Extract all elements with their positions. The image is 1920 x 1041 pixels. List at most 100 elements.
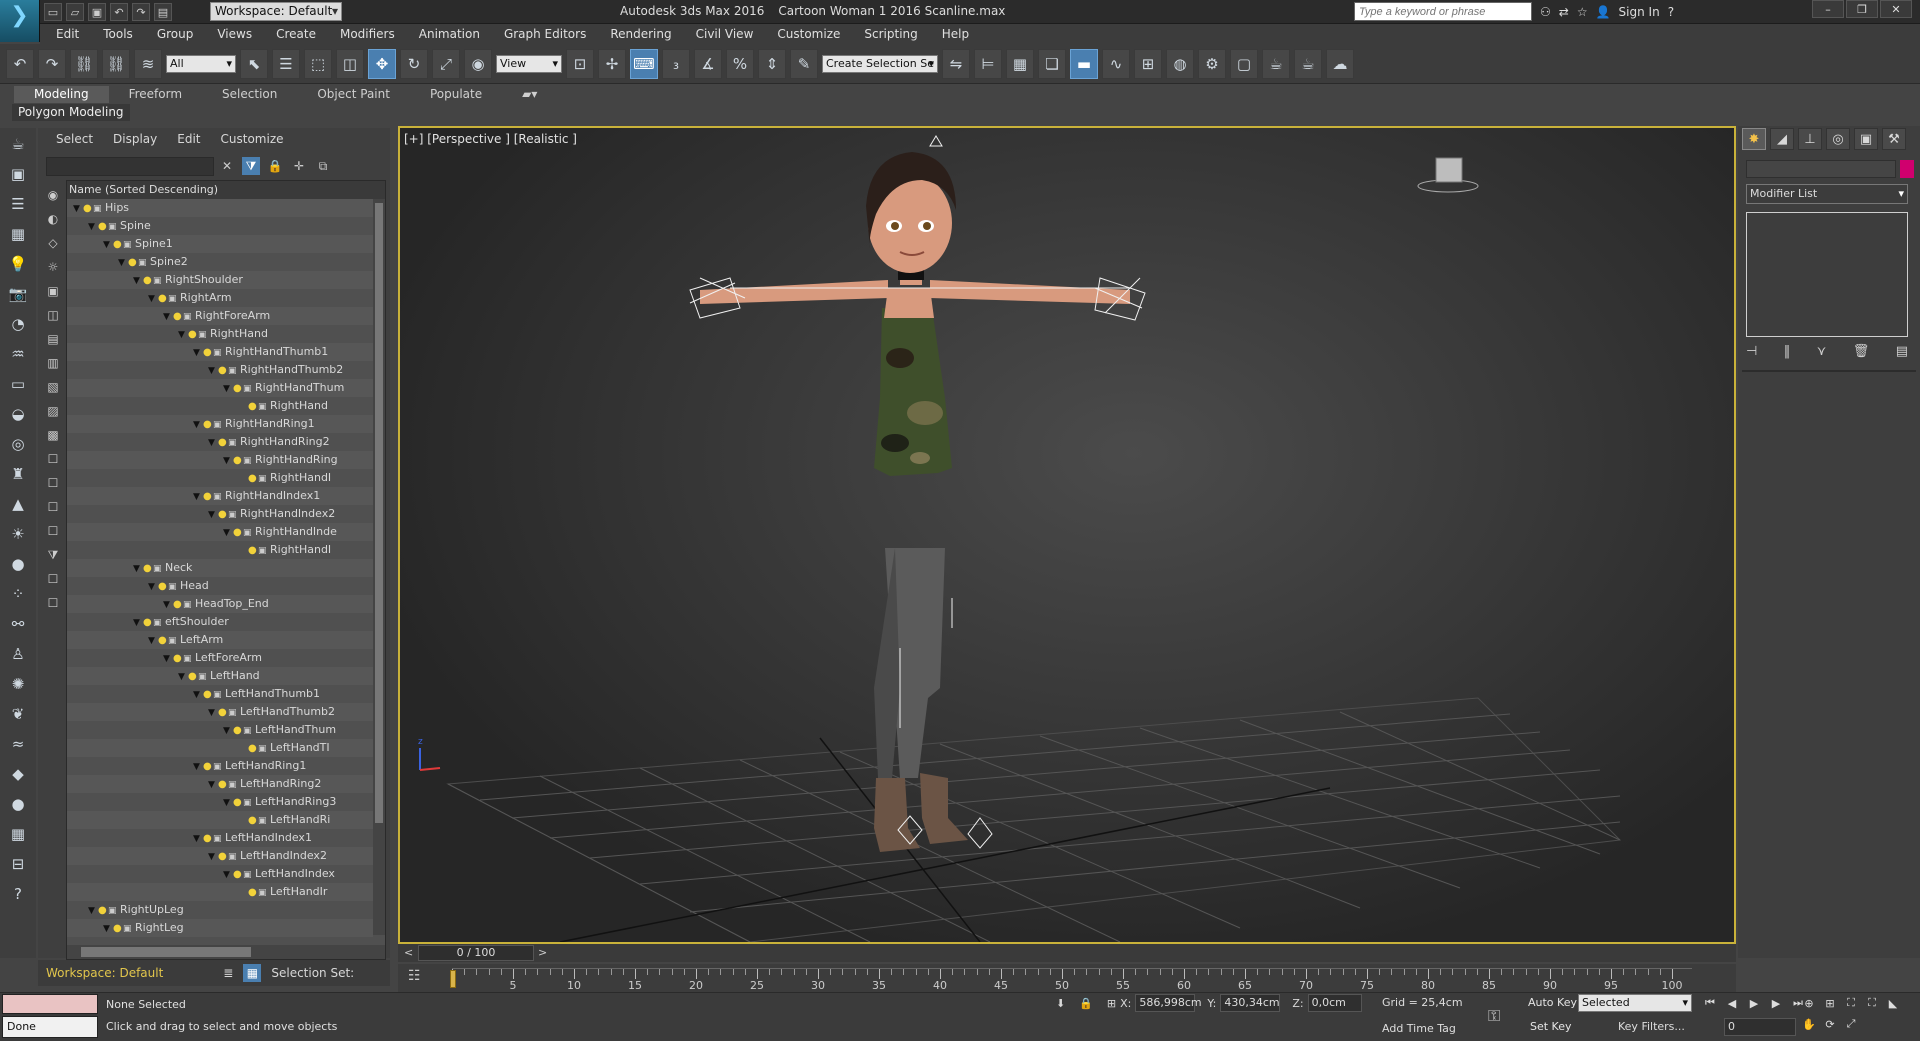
visibility-bulb-icon[interactable]: ● [218, 434, 228, 451]
snaps-toggle-icon[interactable]: ₃ [662, 48, 690, 79]
menu-help[interactable]: Help [942, 27, 969, 41]
render-setup-icon[interactable]: ⚙ [1198, 48, 1226, 79]
current-frame-input[interactable]: 0 [1724, 1018, 1796, 1036]
selection-lock-icon[interactable]: 🔒 [1079, 997, 1093, 1010]
visibility-bulb-icon[interactable]: ● [218, 776, 228, 793]
scene-tree-row[interactable]: ▼ ●▣ LeftHandThumb1 [67, 685, 373, 703]
rock-icon[interactable]: ◆ [5, 762, 31, 786]
display-cameras-icon[interactable]: ▣ [44, 282, 62, 300]
menu-modifiers[interactable]: Modifiers [340, 27, 395, 41]
open-file-icon[interactable]: ▱ [66, 3, 84, 21]
visibility-bulb-icon[interactable]: ● [98, 902, 108, 919]
visibility-bulb-icon[interactable]: ● [248, 740, 258, 757]
visibility-bulb-icon[interactable]: ● [143, 272, 153, 289]
window-crossing-icon[interactable]: ◫ [336, 48, 364, 79]
display-warps-icon[interactable]: ▤ [44, 330, 62, 348]
schematic-view-icon[interactable]: ⊞ [1134, 48, 1162, 79]
time-slider[interactable]: 0 / 100 [418, 945, 534, 961]
scene-tree-row[interactable]: ▼ ●▣ LeftHandThum [67, 721, 373, 739]
expand-toggle-icon[interactable]: ▼ [103, 920, 113, 937]
visibility-bulb-icon[interactable]: ● [218, 362, 228, 379]
foliage-icon[interactable]: ❦ [5, 702, 31, 726]
expand-toggle-icon[interactable]: ▼ [193, 686, 203, 703]
zoom-all-icon[interactable]: ⊞ [1821, 994, 1839, 1012]
time-slider-next-icon[interactable]: > [538, 946, 547, 959]
app-logo[interactable]: ❯ [0, 0, 40, 42]
display-icon[interactable]: ▣ [5, 162, 31, 186]
workspace-label[interactable]: Workspace: Default [46, 966, 163, 980]
se-menu-edit[interactable]: Edit [177, 132, 200, 146]
expand-toggle-icon[interactable]: ▼ [133, 272, 143, 289]
modifier-list-dropdown[interactable]: Modifier List [1746, 184, 1908, 204]
auto-key-button[interactable]: Auto Key [1528, 996, 1577, 1009]
display-lights-icon[interactable]: ☼ [44, 258, 62, 276]
display-shapes-icon[interactable]: ◇ [44, 234, 62, 252]
save-file-icon[interactable]: ▣ [88, 3, 106, 21]
cone-primitive-icon[interactable]: ◒ [5, 402, 31, 426]
se-menu-customize[interactable]: Customize [221, 132, 284, 146]
menu-edit[interactable]: Edit [56, 27, 79, 41]
manage-icon[interactable]: ⊟ [5, 852, 31, 876]
menu-graph-editors[interactable]: Graph Editors [504, 27, 586, 41]
visibility-bulb-icon[interactable]: ● [158, 578, 168, 595]
expand-toggle-icon[interactable]: ▼ [103, 236, 113, 253]
mirror-icon[interactable]: ⇋ [942, 48, 970, 79]
visibility-bulb-icon[interactable]: ● [233, 452, 243, 469]
undo-icon[interactable]: ↶ [6, 48, 34, 79]
reference-coordinate-dropdown[interactable]: View [496, 54, 562, 73]
maxscript-listener[interactable] [2, 994, 98, 1014]
selection-filter-dropdown[interactable]: All [166, 54, 236, 73]
expand-toggle-icon[interactable]: ▼ [178, 668, 188, 685]
scene-tree-row[interactable]: ▼ ●▣ RightHandRing2 [67, 433, 373, 451]
expand-toggle-icon[interactable]: ▼ [208, 776, 218, 793]
camera-icon[interactable]: 📷 [5, 282, 31, 306]
menu-views[interactable]: Views [217, 27, 252, 41]
visibility-bulb-icon[interactable]: ● [188, 668, 198, 685]
scene-tree-row[interactable]: ▼ ●▣ RightLeg [67, 919, 373, 937]
helper-icon[interactable]: ◔ [5, 312, 31, 336]
render-iterative-icon[interactable]: ☕ [1294, 48, 1322, 79]
redo-icon[interactable]: ↷ [38, 48, 66, 79]
perspective-viewport[interactable]: z [+] [Perspective ] [Realistic ] [398, 126, 1736, 944]
new-file-icon[interactable]: ▭ [44, 3, 62, 21]
expand-toggle-icon[interactable]: ▼ [208, 434, 218, 451]
expand-toggle-icon[interactable]: ▼ [118, 254, 128, 271]
display-frozen-icon[interactable]: ☐ [44, 450, 62, 468]
pivot-center-icon[interactable]: ⊡ [566, 48, 594, 79]
scene-tree-row[interactable]: ●▣ LeftHandIr [67, 883, 373, 901]
display-influences-icon[interactable]: ☐ [44, 570, 62, 588]
isolate-icon[interactable]: ⬇ [1056, 997, 1065, 1010]
y-coordinate-input[interactable]: 430,34cm [1220, 994, 1281, 1012]
selection-set-icon[interactable]: ▦ [243, 964, 262, 982]
tab-selection[interactable]: Selection [202, 86, 297, 103]
material-editor-icon[interactable]: ◍ [1166, 48, 1194, 79]
close-icon[interactable]: ✕ [1880, 0, 1912, 18]
display-invert-icon[interactable]: ☐ [44, 522, 62, 540]
visibility-bulb-icon[interactable]: ● [248, 884, 258, 901]
menu-customize[interactable]: Customize [777, 27, 840, 41]
menu-animation[interactable]: Animation [419, 27, 480, 41]
mini-curve-editor-icon[interactable]: ☷ [408, 968, 421, 984]
zoom-icon[interactable]: ⊕ [1800, 994, 1818, 1012]
field-of-view-icon[interactable]: ◣ [1884, 994, 1902, 1012]
modify-tab-icon[interactable]: ◢ [1770, 128, 1794, 150]
configure-modifier-sets-icon[interactable]: ▤ [1896, 344, 1908, 359]
box-primitive-icon[interactable]: ▭ [5, 372, 31, 396]
scene-tree-row[interactable]: ▼ ●▣ LeftHandRing1 [67, 757, 373, 775]
tab-modeling[interactable]: Modeling [14, 86, 109, 103]
visibility-bulb-icon[interactable]: ● [203, 488, 213, 505]
pan-icon[interactable]: ✋ [1800, 1015, 1818, 1033]
motion-tab-icon[interactable]: ◎ [1826, 128, 1850, 150]
viewport-label[interactable]: [+] [Perspective ] [Realistic ] [404, 132, 577, 146]
ribbon-options-icon[interactable]: ▰▾ [502, 86, 557, 103]
lock-icon[interactable]: 🔒 [266, 157, 284, 175]
layers-icon[interactable]: ❏ [1038, 48, 1066, 79]
visibility-bulb-icon[interactable]: ● [233, 866, 243, 883]
visibility-bulb-icon[interactable]: ● [218, 848, 228, 865]
geosphere-icon[interactable]: ● [5, 552, 31, 576]
visibility-bulb-icon[interactable]: ● [233, 380, 243, 397]
scene-tree-row[interactable]: ▼ ●▣ LeftArm [67, 631, 373, 649]
time-slider-prev-icon[interactable]: < [404, 946, 413, 959]
scene-tree-row[interactable]: ▼ ●▣ RightForeArm [67, 307, 373, 325]
scene-tree-row[interactable]: ▼ ●▣ LeftHandThumb2 [67, 703, 373, 721]
